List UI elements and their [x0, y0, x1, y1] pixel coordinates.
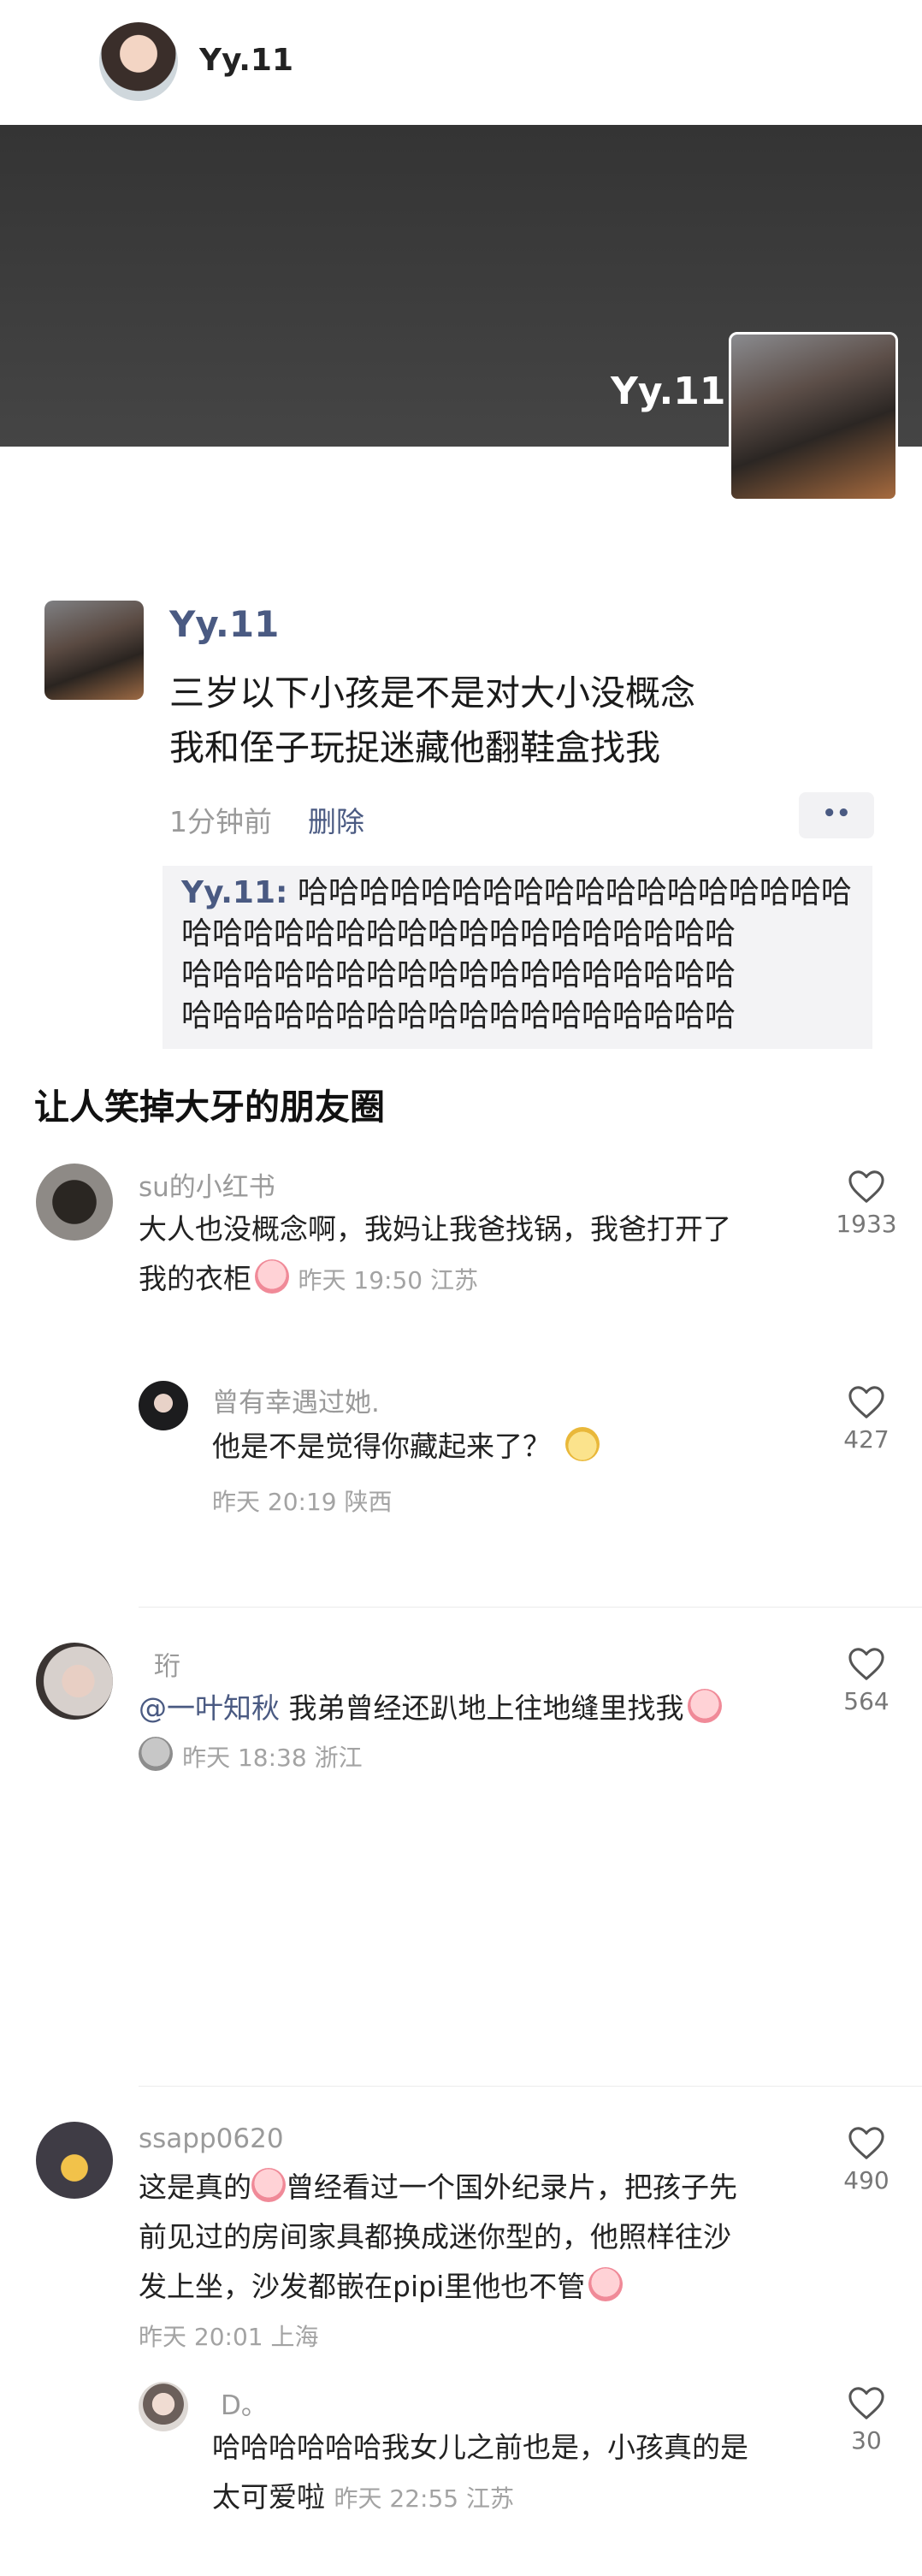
section-title: 让人笑掉大牙的朋友圈 [34, 1087, 385, 1128]
like-count: 564 [843, 1687, 889, 1715]
comment-text-line2: 太可爱啦 [212, 2480, 325, 2514]
comment-meta: 昨天 22:55 江苏 [334, 2484, 515, 2513]
crying-laugh-emoji-icon [251, 2168, 286, 2202]
like-count: 490 [843, 2166, 889, 2194]
comment-author[interactable]: Yy.11: [181, 875, 287, 910]
comment-meta: 昨天 19:50 江苏 [298, 1266, 479, 1294]
like-button[interactable]: 1933 [828, 1169, 905, 1238]
comment-avatar[interactable] [139, 2382, 188, 2431]
like-count: 30 [851, 2426, 882, 2455]
moment-comment: Yy.11: 哈哈哈哈哈哈哈哈哈哈哈哈哈哈哈哈哈哈 哈哈哈哈哈哈哈哈哈哈哈哈哈哈… [181, 873, 866, 1037]
like-count: 1933 [836, 1210, 897, 1238]
heart-icon [848, 2387, 884, 2419]
comment-avatar[interactable] [36, 1164, 113, 1241]
comment-text: 这是真的 曾经看过一个国外纪录片，把孩子先 前见过的房间家具都换成迷你型的，他照样… [139, 2163, 806, 2312]
mention-link[interactable]: @一叶知秋 [139, 1691, 280, 1725]
like-button[interactable]: 490 [828, 2125, 905, 2194]
comment-text: 大人也没概念啊，我妈让我爸找锅，我爸打开了 我的衣柜 昨天 19:50 江苏 [139, 1205, 806, 1306]
comment-text: 哈哈哈哈哈哈我女儿之前也是，小孩真的是 太可爱啦 昨天 22:55 江苏 [212, 2423, 811, 2524]
top-avatar[interactable] [99, 22, 178, 101]
comment-meta-row: 昨天 18:38 浙江 [139, 1737, 363, 1774]
comment-line2: 哈哈哈哈哈哈哈哈哈哈哈哈哈哈哈哈哈哈 [181, 916, 736, 951]
divider [139, 2086, 922, 2087]
sticker-emoji-icon [139, 1737, 173, 1771]
comment-avatar[interactable] [139, 1381, 188, 1430]
comment-line1: 哈哈哈哈哈哈哈哈哈哈哈哈哈哈哈哈哈哈 [297, 875, 852, 910]
crying-laugh-emoji-icon [687, 1689, 722, 1723]
heart-icon [848, 1386, 884, 1418]
comment-text-line1: 我弟曾经还趴地上往地缝里找我 [280, 1691, 684, 1725]
comment-meta: 昨天 20:01 上海 [139, 2323, 319, 2351]
comment-username[interactable]: ssapp0620 [139, 2123, 284, 2154]
comment-meta: 昨天 18:38 浙江 [182, 1744, 363, 1772]
cover-avatar[interactable] [729, 332, 898, 501]
moment-time: 1分钟前 [169, 805, 272, 838]
comment-username[interactable]: 曾有幸遇过她. [212, 1381, 380, 1419]
comment-meta: 昨天 20:19 陕西 [212, 1488, 393, 1516]
comment-text-line1b: 曾经看过一个国外纪录片，把孩子先 [286, 2170, 737, 2204]
like-button[interactable]: 30 [828, 2385, 905, 2455]
comment-username[interactable]: 珩 [154, 1644, 180, 1683]
heart-icon [848, 2127, 884, 2159]
moment-text-line1: 三岁以下小孩是不是对大小没概念 [169, 672, 695, 714]
comment-text-line1: 这是真的 [139, 2170, 251, 2204]
comment-avatar[interactable] [36, 1643, 113, 1720]
comment-text-line1: 哈哈哈哈哈哈我女儿之前也是，小孩真的是 [212, 2431, 748, 2464]
like-button[interactable]: 427 [828, 1384, 905, 1454]
comment-text-line1: 他是不是觉得你藏起来了？ [212, 1430, 551, 1463]
cover-name: Yy.11 [611, 370, 726, 413]
comment-avatar[interactable] [36, 2122, 113, 2199]
comment-username[interactable]: su的小红书 [139, 1165, 275, 1204]
moment-author[interactable]: Yy.11 [169, 603, 279, 645]
more-button[interactable]: •• [799, 792, 874, 838]
moment-avatar[interactable] [44, 601, 144, 700]
comment-line4: 哈哈哈哈哈哈哈哈哈哈哈哈哈哈哈哈哈哈 [181, 998, 736, 1033]
comment-username[interactable]: D。 [221, 2384, 268, 2422]
moment-text-line2: 我和侄子玩捉迷藏他翻鞋盒找我 [169, 727, 660, 768]
heart-icon [848, 1170, 884, 1203]
comment-text-line1: 大人也没概念啊，我妈让我爸找锅，我爸打开了 [139, 1212, 731, 1246]
top-username[interactable]: Yy.11 [199, 43, 293, 78]
comment-text-line3: 发上坐，沙发都嵌在pipi里他也不管 [139, 2270, 586, 2303]
comment-line3: 哈哈哈哈哈哈哈哈哈哈哈哈哈哈哈哈哈哈 [181, 957, 736, 992]
comment-text-line2: 我的衣柜 [139, 1262, 251, 1295]
chick-emoji-icon [564, 1427, 600, 1461]
comment-text: @一叶知秋 我弟曾经还趴地上往地缝里找我 [139, 1684, 722, 1733]
crying-laugh-emoji-icon [255, 1259, 289, 1294]
comment-text-line2: 前见过的房间家具都换成迷你型的，他照样往沙 [139, 2220, 731, 2253]
heart-icon [848, 1648, 884, 1680]
divider [139, 1607, 922, 1608]
comment-text: 他是不是觉得你藏起来了？ [212, 1422, 600, 1472]
like-button[interactable]: 564 [828, 1646, 905, 1715]
delete-link[interactable]: 删除 [308, 799, 364, 840]
crying-laugh-emoji-icon [588, 2267, 624, 2301]
like-count: 427 [843, 1425, 889, 1454]
